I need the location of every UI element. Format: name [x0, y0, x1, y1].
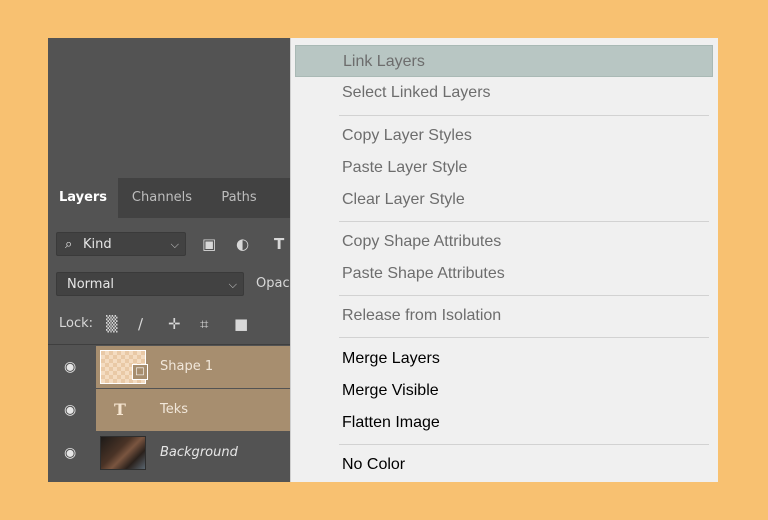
menu-item-copy-layer-styles[interactable]: Copy Layer Styles	[295, 120, 713, 152]
layers-panel: Layers Channels Paths ⌕ Kind ⌵ ▣ ◐ T Nor…	[48, 38, 298, 482]
type-filter-icon[interactable]: T	[274, 232, 284, 256]
eye-icon[interactable]: ◉	[64, 389, 76, 431]
menu-item-flatten-image[interactable]: Flatten Image	[295, 407, 713, 439]
menu-item-release-from-isolation[interactable]: Release from Isolation	[295, 300, 713, 332]
layer-name: Shape 1	[160, 359, 214, 374]
adjustment-filter-icon[interactable]: ◐	[236, 232, 249, 256]
panel-tab-bar: Layers Channels Paths	[48, 178, 298, 218]
text-layer-icon: T	[114, 400, 126, 419]
menu-item-select-linked-layers[interactable]: Select Linked Layers	[295, 77, 713, 109]
lock-label: Lock:	[59, 316, 94, 331]
menu-item-no-color[interactable]: No Color	[295, 449, 713, 481]
photoshop-window: Layers Channels Paths ⌕ Kind ⌵ ▣ ◐ T Nor…	[48, 38, 718, 482]
shape-layer-icon: □	[132, 364, 148, 380]
menu-separator	[339, 295, 709, 296]
layer-row-teks[interactable]: ◉ T Teks	[48, 389, 298, 431]
image-filter-icon[interactable]: ▣	[202, 232, 216, 256]
layer-row-shape-1[interactable]: ◉ □ Shape 1	[48, 346, 298, 388]
menu-separator	[339, 337, 709, 338]
panel-empty-area	[48, 38, 298, 178]
menu-separator	[339, 444, 709, 445]
tab-layers[interactable]: Layers	[48, 178, 118, 218]
photo-thumbnail	[100, 436, 146, 470]
lock-all-icon[interactable]: ■	[234, 312, 248, 336]
layer-name: Background	[160, 445, 238, 460]
blend-mode-value: Normal	[67, 277, 115, 292]
menu-item-merge-visible[interactable]: Merge Visible	[295, 375, 713, 407]
menu-item-clear-layer-style[interactable]: Clear Layer Style	[295, 184, 713, 216]
lock-position-icon[interactable]: ✛	[168, 312, 181, 336]
lock-transparent-pixels-icon[interactable]: ▒	[106, 312, 118, 336]
menu-item-link-layers[interactable]: Link Layers	[295, 45, 713, 77]
tab-paths[interactable]: Paths	[206, 178, 272, 218]
panel-divider	[48, 344, 298, 345]
menu-item-merge-layers[interactable]: Merge Layers	[295, 343, 713, 375]
tab-channels[interactable]: Channels	[120, 178, 204, 218]
menu-item-paste-shape-attributes[interactable]: Paste Shape Attributes	[295, 258, 713, 290]
chevron-down-icon: ⌵	[170, 238, 179, 251]
blend-mode-select[interactable]: Normal ⌵	[56, 272, 244, 296]
menu-separator	[339, 115, 709, 116]
search-icon: ⌕	[65, 237, 73, 252]
menu-item-paste-layer-style[interactable]: Paste Layer Style	[295, 152, 713, 184]
filter-kind-label: Kind	[83, 237, 112, 252]
lock-image-pixels-icon[interactable]: ∕	[138, 312, 143, 336]
filter-kind-select[interactable]: ⌕ Kind ⌵	[56, 232, 186, 256]
eye-icon[interactable]: ◉	[64, 346, 76, 388]
eye-icon[interactable]: ◉	[64, 432, 76, 474]
opacity-label: Opac	[256, 276, 290, 291]
menu-item-copy-shape-attributes[interactable]: Copy Shape Attributes	[295, 226, 713, 258]
lock-artboard-icon[interactable]: ⌗	[200, 312, 208, 336]
context-menu: Link Layers Select Linked Layers Copy La…	[290, 38, 718, 482]
chevron-down-icon: ⌵	[228, 278, 237, 291]
layer-row-background[interactable]: ◉ Background	[48, 432, 298, 474]
layer-name: Teks	[160, 402, 189, 417]
menu-separator	[339, 221, 709, 222]
